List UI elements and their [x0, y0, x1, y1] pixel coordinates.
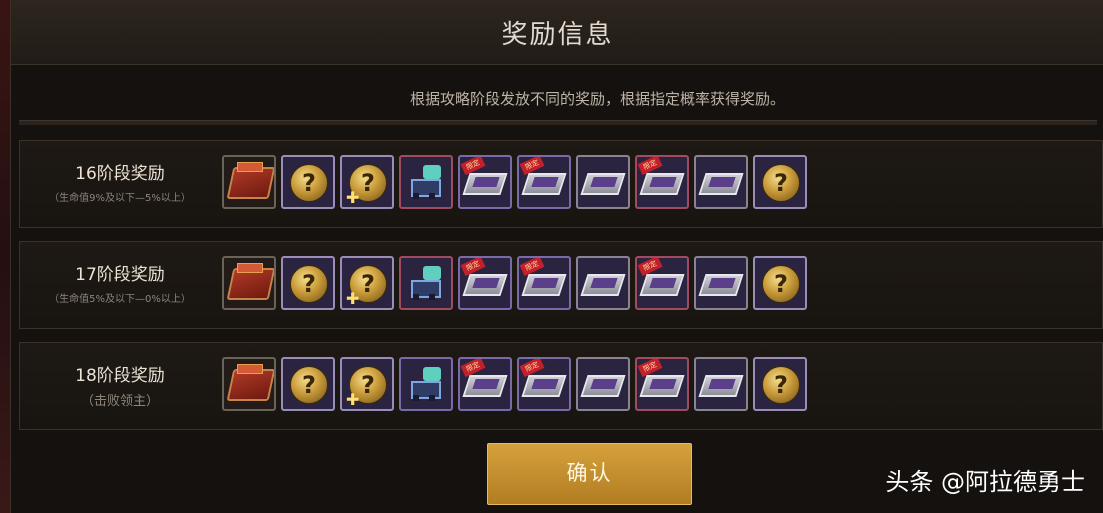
mystery-orb-icon[interactable]: ?: [753, 155, 807, 209]
scroll-top-edge: [19, 120, 1097, 125]
mystery-orb-icon[interactable]: ?: [281, 256, 335, 310]
silver-tray-icon[interactable]: [694, 155, 748, 209]
tagged-tray-icon[interactable]: 限定: [458, 357, 512, 411]
mystery-orb-icon[interactable]: ?: [753, 357, 807, 411]
reward-case-icon[interactable]: [222, 357, 276, 411]
tagged-tray-icon[interactable]: 限定: [458, 155, 512, 209]
stage-label: 16阶段奖励 （生命值9%及以下—5%以上）: [20, 159, 220, 204]
confirm-button[interactable]: 确认: [487, 443, 692, 505]
stage-condition: （生命值9%及以下—5%以上）: [49, 193, 191, 204]
reward-case-icon[interactable]: [222, 256, 276, 310]
mystery-orb-plus-icon[interactable]: ? ✚: [340, 155, 394, 209]
tagged-tray-icon[interactable]: 限定: [635, 256, 689, 310]
stage-row-17: 17阶段奖励 （生命值5%及以下—0%以上） ? ? ✚ 限定 限定 限定 ?: [19, 241, 1103, 329]
stage-label: 17阶段奖励 （生命值5%及以下—0%以上）: [20, 260, 220, 305]
stage-name: 16阶段奖励: [75, 164, 165, 184]
tagged-tray-icon[interactable]: 限定: [517, 256, 571, 310]
stage-name: 17阶段奖励: [75, 265, 165, 285]
mech-creature-icon[interactable]: [399, 256, 453, 310]
dialog-titlebar: 奖励信息: [11, 0, 1103, 65]
mystery-orb-icon[interactable]: ?: [281, 155, 335, 209]
mystery-orb-icon[interactable]: ?: [281, 357, 335, 411]
dialog-title: 奖励信息: [501, 20, 614, 50]
stage-row-18: 18阶段奖励 （击败领主） ? ? ✚ 限定 限定 限定 ?: [19, 342, 1103, 430]
tagged-tray-icon[interactable]: 限定: [635, 357, 689, 411]
stage-name: 18阶段奖励: [75, 366, 165, 386]
mystery-orb-icon[interactable]: ?: [753, 256, 807, 310]
stage-condition: （生命值5%及以下—0%以上）: [49, 294, 191, 305]
background-left-edge: [0, 0, 10, 513]
tagged-tray-icon[interactable]: 限定: [517, 357, 571, 411]
tagged-tray-icon[interactable]: 限定: [458, 256, 512, 310]
mystery-orb-plus-icon[interactable]: ? ✚: [340, 256, 394, 310]
silver-tray-icon[interactable]: [576, 155, 630, 209]
stage-label: 18阶段奖励 （击败领主）: [20, 361, 220, 409]
mech-creature-icon[interactable]: [399, 357, 453, 411]
silver-tray-icon[interactable]: [694, 357, 748, 411]
stage-condition: （击败领主）: [80, 394, 159, 409]
watermark: 头条 @阿拉德勇士: [885, 468, 1085, 496]
mech-creature-icon[interactable]: [399, 155, 453, 209]
silver-tray-icon[interactable]: [694, 256, 748, 310]
tagged-tray-icon[interactable]: 限定: [635, 155, 689, 209]
silver-tray-icon[interactable]: [576, 357, 630, 411]
mystery-orb-plus-icon[interactable]: ? ✚: [340, 357, 394, 411]
reward-info-dialog: 奖励信息 根据攻略阶段发放不同的奖励，根据指定概率获得奖励。 16阶段奖励 （生…: [10, 0, 1103, 513]
stage-row-16: 16阶段奖励 （生命值9%及以下—5%以上） ? ? ✚ 限定 限定 限定 ?: [19, 140, 1103, 228]
silver-tray-icon[interactable]: [576, 256, 630, 310]
tagged-tray-icon[interactable]: 限定: [517, 155, 571, 209]
reward-case-icon[interactable]: [222, 155, 276, 209]
dialog-description: 根据攻略阶段发放不同的奖励，根据指定概率获得奖励。: [409, 90, 785, 108]
